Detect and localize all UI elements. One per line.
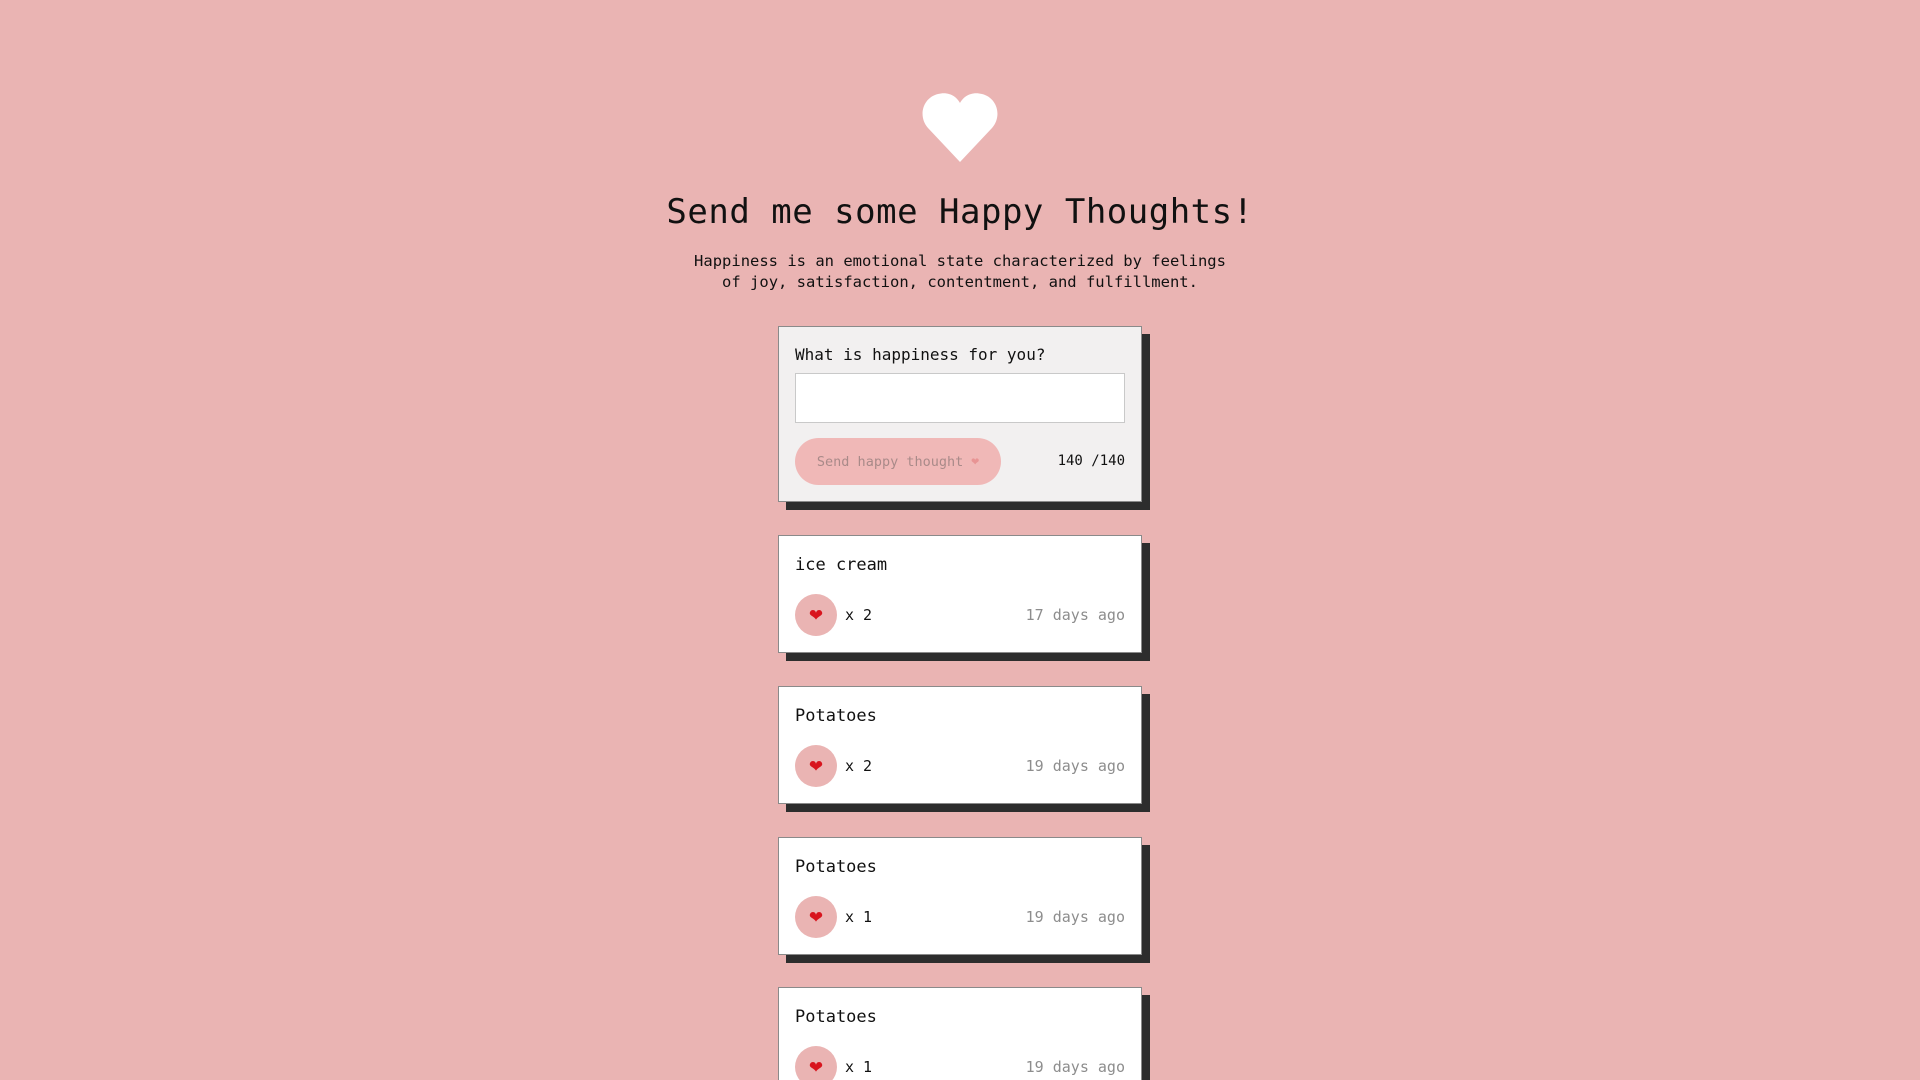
thought-input[interactable] <box>795 373 1125 423</box>
heart-icon: ❤ <box>808 756 824 776</box>
like-count: x 2 <box>845 757 873 775</box>
like-count: x 2 <box>845 606 873 624</box>
page-subtitle: Happiness is an emotional state characte… <box>660 251 1260 293</box>
send-thought-button[interactable]: Send happy thought ❤ <box>795 438 1001 485</box>
like-button[interactable]: ❤ <box>795 745 837 787</box>
subtitle-line-1: Happiness is an emotional state characte… <box>694 252 1226 270</box>
thought-form: What is happiness for you? Send happy th… <box>778 326 1142 502</box>
like-button[interactable]: ❤ <box>795 594 837 636</box>
heart-icon: ❤ <box>808 605 824 625</box>
thought-card: Potatoes ❤ x 1 19 days ago <box>778 837 1142 955</box>
thought-text: Potatoes <box>795 857 877 877</box>
thought-card: ice cream ❤ x 2 17 days ago <box>778 535 1142 653</box>
page-title: Send me some Happy Thoughts! <box>666 192 1254 232</box>
like-button[interactable]: ❤ <box>795 1046 837 1080</box>
heart-icon: ❤ <box>808 907 824 927</box>
thought-text: Potatoes <box>795 1007 877 1027</box>
thought-card: Potatoes ❤ x 2 19 days ago <box>778 686 1142 804</box>
like-count: x 1 <box>845 908 873 926</box>
happy-thoughts-page: Send me some Happy Thoughts! Happiness i… <box>0 0 1920 1080</box>
thought-timestamp: 19 days ago <box>1025 1058 1125 1076</box>
form-label: What is happiness for you? <box>795 345 1046 364</box>
thought-text: ice cream <box>795 555 888 575</box>
character-counter: 140 /140 <box>1057 453 1125 469</box>
thought-text: Potatoes <box>795 706 877 726</box>
like-button[interactable]: ❤ <box>795 896 837 938</box>
heart-icon: ❤ <box>808 1057 824 1077</box>
heart-icon <box>922 92 998 162</box>
thought-card: Potatoes ❤ x 1 19 days ago <box>778 987 1142 1080</box>
thought-timestamp: 19 days ago <box>1025 908 1125 926</box>
thought-timestamp: 19 days ago <box>1025 757 1125 775</box>
send-button-label: Send happy thought <box>816 453 964 470</box>
subtitle-line-2: of joy, satisfaction, contentment, and f… <box>722 273 1198 291</box>
thought-timestamp: 17 days ago <box>1025 606 1125 624</box>
like-count: x 1 <box>845 1058 873 1076</box>
heart-icon: ❤ <box>971 454 980 469</box>
